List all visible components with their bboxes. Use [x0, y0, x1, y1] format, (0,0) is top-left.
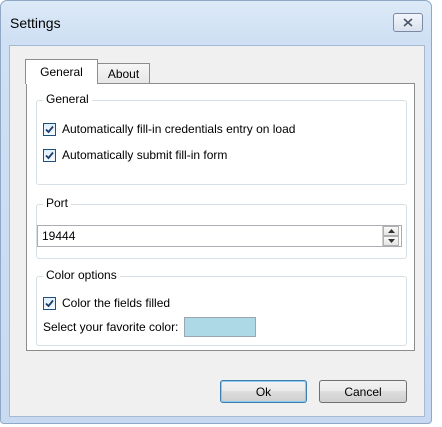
autofill-option[interactable]: Automatically fill-in credentials entry …	[43, 122, 295, 136]
port-spinner	[382, 226, 399, 246]
tab-general[interactable]: General	[25, 59, 98, 84]
color-fields-checkbox[interactable]	[43, 296, 56, 310]
spin-down-button[interactable]	[383, 236, 399, 246]
tab-about[interactable]: About	[97, 63, 150, 84]
ok-button[interactable]: Ok	[220, 380, 307, 403]
color-fields-option[interactable]: Color the fields filled	[43, 296, 170, 310]
favorite-color-label: Select your favorite color:	[43, 320, 179, 334]
autofill-label: Automatically fill-in credentials entry …	[62, 122, 296, 136]
arrow-up-icon	[387, 229, 395, 233]
settings-window: Settings General About General Automatic…	[0, 0, 432, 424]
close-button[interactable]	[393, 13, 423, 32]
color-fields-label: Color the fields filled	[62, 296, 171, 310]
tab-about-label: About	[107, 67, 140, 81]
cancel-button-label: Cancel	[344, 384, 382, 399]
color-options-group: Color options Color the fields filled Se…	[36, 268, 407, 346]
cancel-button[interactable]: Cancel	[319, 380, 407, 403]
autofill-checkbox[interactable]	[43, 122, 56, 136]
general-tab-panel: General Automatically fill-in credential…	[26, 83, 415, 351]
autosubmit-option[interactable]: Automatically submit fill-in form	[43, 148, 227, 162]
close-icon	[403, 18, 413, 27]
checkmark-icon	[45, 299, 54, 307]
general-group: General Automatically fill-in credential…	[36, 92, 407, 185]
port-input[interactable]: 19444	[37, 225, 402, 247]
checkmark-icon	[45, 151, 54, 159]
port-group-title: Port	[43, 196, 72, 210]
autosubmit-label: Automatically submit fill-in form	[62, 148, 228, 162]
ok-button-label: Ok	[255, 384, 272, 399]
autosubmit-checkbox[interactable]	[43, 148, 56, 162]
tab-general-label: General	[40, 65, 83, 79]
arrow-down-icon	[387, 239, 395, 243]
general-group-title: General	[43, 92, 92, 106]
favorite-color-row: Select your favorite color:	[43, 317, 257, 337]
checkmark-icon	[45, 125, 54, 133]
spin-up-button[interactable]	[383, 226, 399, 236]
favorite-color-swatch[interactable]	[184, 317, 257, 337]
port-group: Port 19444	[36, 196, 407, 259]
color-options-group-title: Color options	[43, 268, 120, 282]
window-title: Settings	[10, 15, 61, 31]
